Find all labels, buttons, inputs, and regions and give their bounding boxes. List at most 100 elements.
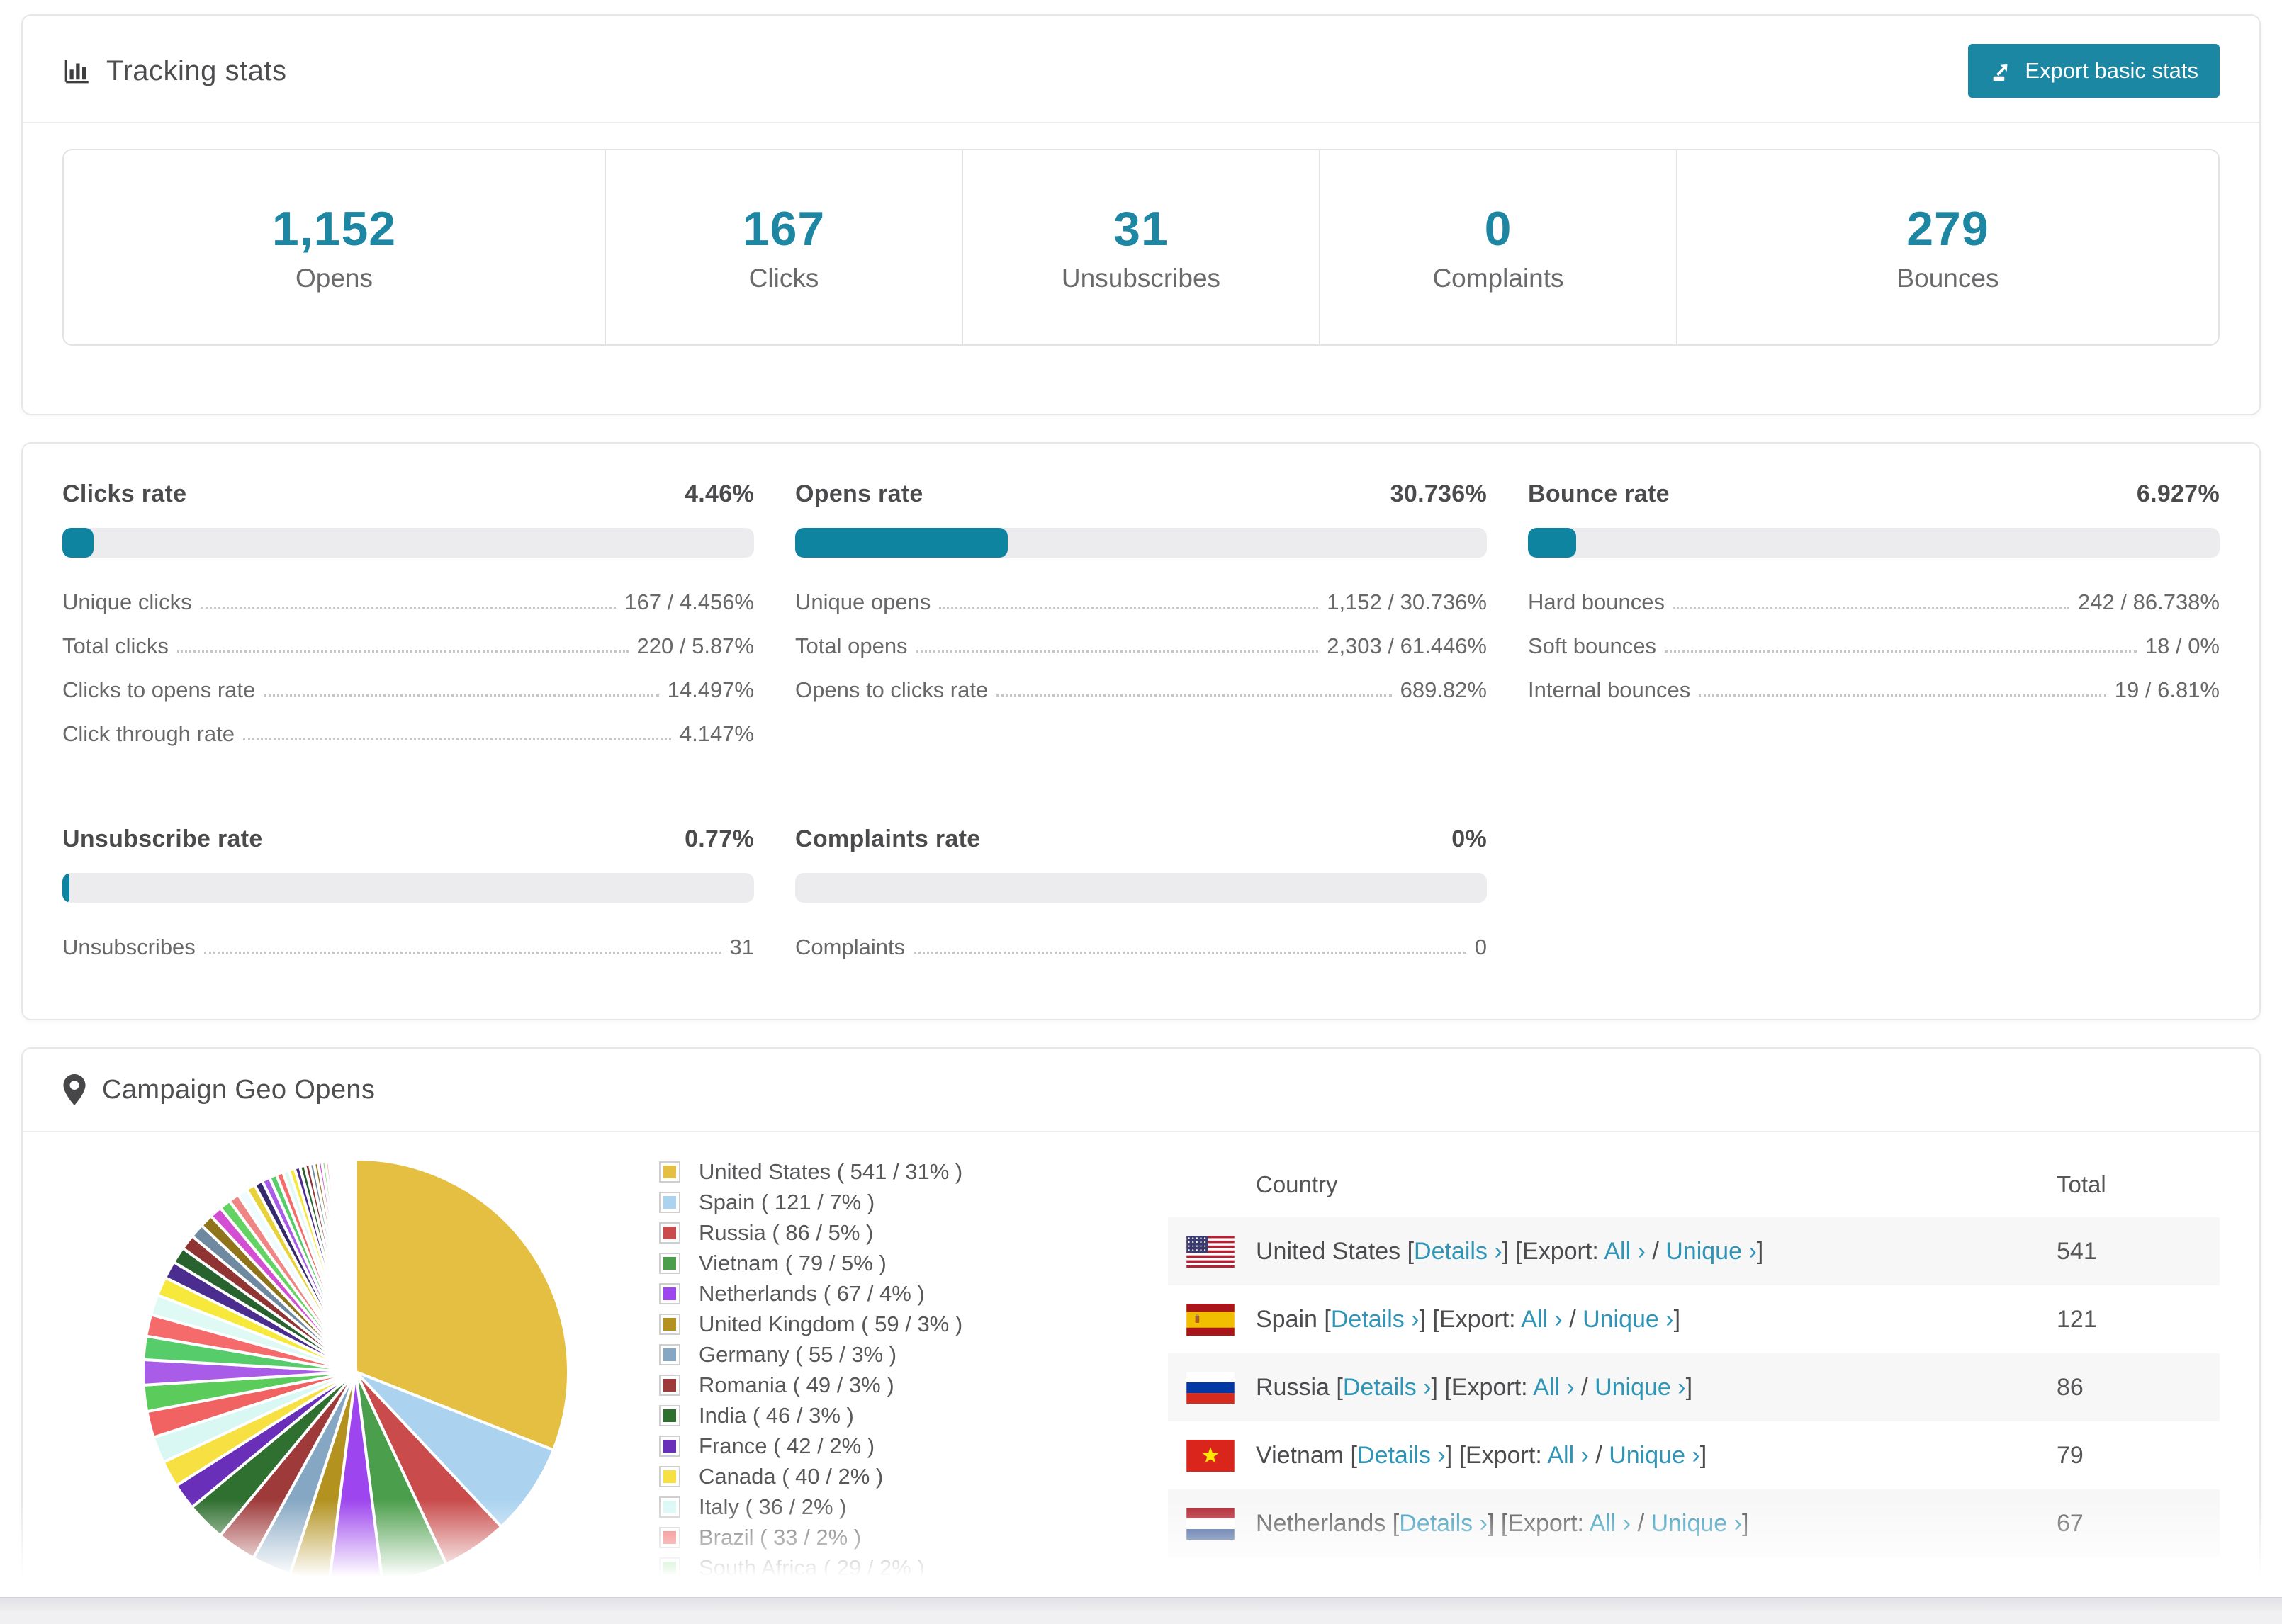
details-link-es[interactable]: Details › xyxy=(1331,1306,1420,1333)
legend-label: Brazil ( 33 / 2% ) xyxy=(699,1525,862,1550)
geo-country-table: Country Total United States [Details ›] … xyxy=(1168,1152,2220,1624)
country-name-cell: Russia [Details ›] [Export: All › / Uniq… xyxy=(1256,1373,1693,1401)
country-total-cell: 121 xyxy=(2057,1305,2097,1333)
export-unique-link-vn[interactable]: Unique › xyxy=(1609,1442,1700,1469)
rate-row-value: 1,152 / 30.736% xyxy=(1327,590,1487,614)
page-bottom-bar xyxy=(0,1597,2282,1624)
rate-row-label: Total opens xyxy=(795,633,908,658)
bar-chart-icon xyxy=(62,56,92,86)
legend-label: Germany ( 55 / 3% ) xyxy=(699,1342,897,1367)
details-link-vn[interactable]: Details › xyxy=(1357,1442,1446,1469)
export-all-link-vn[interactable]: All › xyxy=(1547,1442,1589,1469)
stat-bounces-label: Bounces xyxy=(1896,264,1999,293)
legend-item-germany[interactable]: Germany ( 55 / 3% ) xyxy=(659,1342,999,1367)
rate-row-label: Unique opens xyxy=(795,590,931,614)
opens-rate-value: 30.736% xyxy=(1390,480,1487,507)
export-unique-link-es[interactable]: Unique › xyxy=(1583,1306,1674,1333)
legend-item-spain[interactable]: Spain ( 121 / 7% ) xyxy=(659,1190,999,1214)
legend-item-france[interactable]: France ( 42 / 2% ) xyxy=(659,1433,999,1458)
details-link-nl[interactable]: Details › xyxy=(1399,1510,1488,1537)
legend-item-netherlands[interactable]: Netherlands ( 67 / 4% ) xyxy=(659,1281,999,1306)
stat-clicks-label: Clicks xyxy=(748,264,819,293)
rate-row-label: Unsubscribes xyxy=(62,935,196,959)
export-all-link-ru[interactable]: All › xyxy=(1533,1374,1575,1401)
export-unique-link-us[interactable]: Unique › xyxy=(1665,1238,1757,1265)
dotted-leader xyxy=(200,607,617,609)
dotted-leader xyxy=(1664,650,2137,653)
rate-row-value: 14.497% xyxy=(667,677,754,702)
clicks-rate-row: Unique clicks 167 / 4.456% xyxy=(62,580,754,624)
stat-clicks-value: 167 xyxy=(742,202,826,256)
details-link-ru[interactable]: Details › xyxy=(1343,1374,1432,1401)
export-basic-stats-button[interactable]: Export basic stats xyxy=(1968,44,2220,98)
rate-row-value: 167 / 4.456% xyxy=(624,590,754,614)
legend-swatch xyxy=(659,1496,680,1518)
legend-item-india[interactable]: India ( 46 / 3% ) xyxy=(659,1403,999,1428)
legend-swatch xyxy=(659,1405,680,1426)
export-all-link-us[interactable]: All › xyxy=(1604,1238,1646,1265)
opens-rate-row: Opens to clicks rate 689.82% xyxy=(795,668,1487,712)
country-flag-cell xyxy=(1186,1235,1256,1268)
country-total-cell: 67 xyxy=(2057,1509,2084,1537)
unsubscribe-rate-bar-fill xyxy=(62,873,69,903)
russia-flag-icon xyxy=(1186,1371,1235,1404)
legend-item-united-states[interactable]: United States ( 541 / 31% ) xyxy=(659,1159,999,1184)
rate-row-value: 4.147% xyxy=(679,721,754,746)
rates-card: Clicks rate 4.46% Unique clicks 167 / 4.45… xyxy=(21,442,2261,1020)
bounce-rate-row: Soft bounces 18 / 0% xyxy=(1528,624,2220,668)
netherlands-flag-icon xyxy=(1186,1507,1235,1540)
us-flag-icon xyxy=(1186,1235,1235,1268)
legend-swatch xyxy=(659,1436,680,1457)
legend-label: India ( 46 / 3% ) xyxy=(699,1403,854,1428)
unsubscribe-rate-bar xyxy=(62,873,754,903)
bounce-rate-block: Bounce rate 6.927% Hard bounces 242 / 86.7… xyxy=(1528,480,2220,756)
legend-label: France ( 42 / 2% ) xyxy=(699,1433,875,1458)
dotted-leader xyxy=(1673,607,2070,609)
stat-clicks: 167 Clicks xyxy=(605,150,962,344)
export-unique-link-ru[interactable]: Unique › xyxy=(1595,1374,1686,1401)
legend-item-vietnam[interactable]: Vietnam ( 79 / 5% ) xyxy=(659,1251,999,1275)
country-total-cell: 86 xyxy=(2057,1373,2084,1401)
pie-legend: United States ( 541 / 31% ) Spain ( 121 /… xyxy=(659,1152,999,1587)
complaints-rate-block: Complaints rate 0% Complaints 0 xyxy=(795,825,1487,969)
stat-unsubscribes-label: Unsubscribes xyxy=(1061,264,1221,293)
clicks-rate-row: Click through rate 4.147% xyxy=(62,712,754,756)
legend-item-south-africa[interactable]: South Africa ( 29 / 2% ) xyxy=(659,1555,999,1580)
rates-grid: Clicks rate 4.46% Unique clicks 167 / 4.45… xyxy=(23,444,2259,1019)
legend-swatch xyxy=(659,1527,680,1548)
rate-row-value: 31 xyxy=(729,935,754,959)
geo-table-row-netherlands: Netherlands [Details ›] [Export: All › /… xyxy=(1168,1489,2220,1557)
stat-summary-row: 1,152 Opens 167 Clicks 31 Unsubscribes 0… xyxy=(62,149,2220,346)
stat-opens-value: 1,152 xyxy=(271,202,397,256)
stat-opens-label: Opens xyxy=(296,264,373,293)
dashboard-page: Tracking stats Export basic stats 1,152 … xyxy=(0,0,2282,1624)
geo-opens-content: United States ( 541 / 31% ) Spain ( 121 /… xyxy=(23,1132,2259,1624)
opens-rate-row: Total opens 2,303 / 61.446% xyxy=(795,624,1487,668)
map-pin-icon xyxy=(62,1074,86,1105)
opens-rate-bar xyxy=(795,528,1487,558)
bounce-rate-title: Bounce rate xyxy=(1528,480,1670,507)
export-all-link-nl[interactable]: All › xyxy=(1590,1510,1631,1537)
geo-opens-title: Campaign Geo Opens xyxy=(102,1074,376,1105)
export-button-label: Export basic stats xyxy=(2025,58,2198,83)
legend-item-canada[interactable]: Canada ( 40 / 2% ) xyxy=(659,1464,999,1489)
details-link-us[interactable]: Details › xyxy=(1414,1238,1502,1265)
dotted-leader xyxy=(916,650,1319,653)
stat-complaints-label: Complaints xyxy=(1432,264,1564,293)
legend-swatch xyxy=(659,1344,680,1365)
legend-item-russia[interactable]: Russia ( 86 / 5% ) xyxy=(659,1220,999,1245)
legend-item-romania[interactable]: Romania ( 49 / 3% ) xyxy=(659,1372,999,1397)
rate-row-label: Internal bounces xyxy=(1528,677,1691,702)
export-unique-link-nl[interactable]: Unique › xyxy=(1651,1510,1742,1537)
legend-item-brazil[interactable]: Brazil ( 33 / 2% ) xyxy=(659,1525,999,1550)
country-name-cell: Netherlands [Details ›] [Export: All › /… xyxy=(1256,1509,1749,1537)
export-all-link-es[interactable]: All › xyxy=(1521,1306,1563,1333)
rate-row-value: 242 / 86.738% xyxy=(2078,590,2220,614)
stat-opens: 1,152 Opens xyxy=(64,150,605,344)
legend-item-italy[interactable]: Italy ( 36 / 2% ) xyxy=(659,1494,999,1519)
rate-row-value: 19 / 6.81% xyxy=(2114,677,2220,702)
bounce-rate-bar-fill xyxy=(1528,528,1576,558)
geo-table-header: Country Total xyxy=(1168,1152,2220,1217)
legend-item-united-kingdom[interactable]: United Kingdom ( 59 / 3% ) xyxy=(659,1312,999,1336)
geo-table-row-vietnam: Vietnam [Details ›] [Export: All › / Uni… xyxy=(1168,1421,2220,1489)
